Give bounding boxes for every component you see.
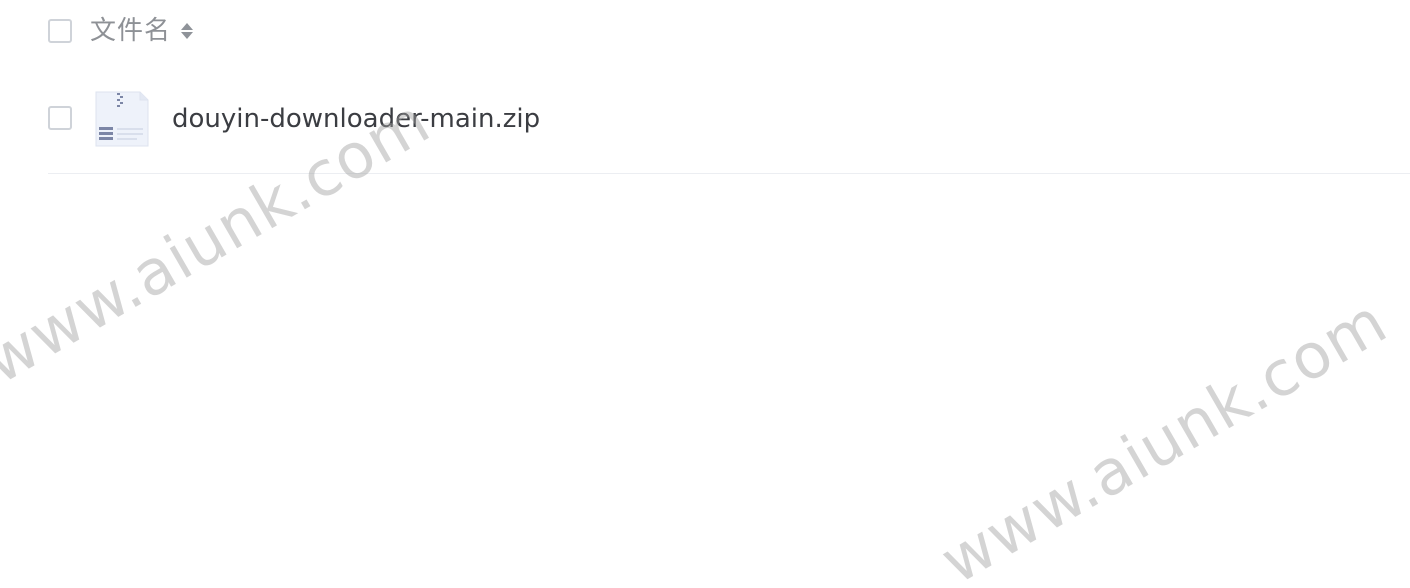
select-all-checkbox[interactable] [48, 19, 72, 43]
file-list-page: 文件名 douyin-downloader-main.zip www.aiunk… [0, 0, 1410, 588]
table-header: 文件名 [48, 16, 194, 46]
table-row[interactable]: douyin-downloader-main.zip [48, 90, 1410, 174]
sort-toggle-icon[interactable] [181, 19, 194, 43]
row-checkbox[interactable] [48, 106, 72, 130]
zip-file-icon [92, 90, 150, 148]
watermark-text: www.aiunk.com [928, 284, 1399, 588]
column-header-filename[interactable]: 文件名 [90, 16, 171, 46]
file-name-link[interactable]: douyin-downloader-main.zip [172, 102, 540, 136]
